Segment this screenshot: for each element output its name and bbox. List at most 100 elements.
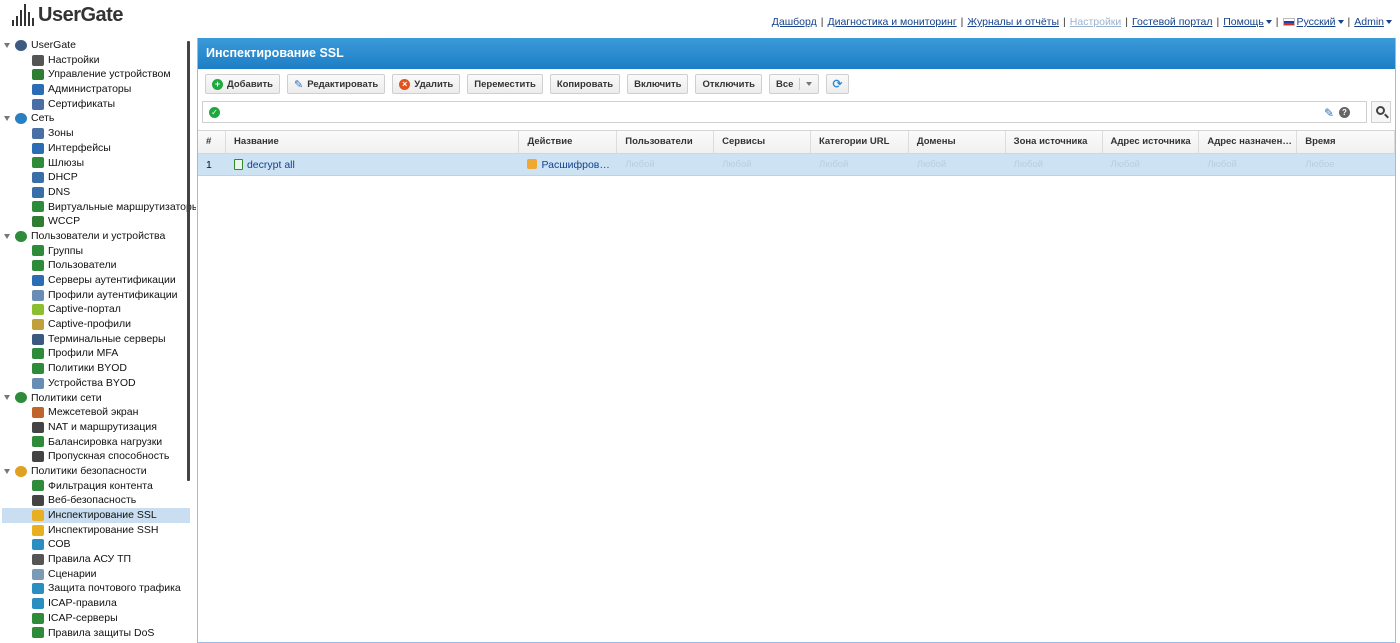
sidebar-item[interactable]: Группы <box>0 244 196 259</box>
nav-link-1[interactable]: Диагностика и мониторинг <box>827 16 956 28</box>
sidebar: UserGate Настройки Управление устройством А… <box>0 38 196 643</box>
nav-link-0[interactable]: Дашборд <box>772 16 817 28</box>
tree-group[interactable]: Сеть <box>0 111 196 126</box>
filter-dropdown-label: Все <box>776 78 794 90</box>
sidebar-item[interactable]: ICAP-серверы <box>0 611 196 626</box>
sidebar-item[interactable]: Управление устройством <box>0 67 196 82</box>
refresh-button[interactable]: ⟳ <box>826 74 849 94</box>
pencil-icon[interactable]: ✎ <box>1324 106 1334 120</box>
edit-button[interactable]: ✎ Редактировать <box>287 74 386 94</box>
sidebar-item-label: Балансировка нагрузки <box>48 435 163 448</box>
column-header[interactable]: Категории URL <box>811 131 909 153</box>
sidebar-item[interactable]: Серверы аутентификации <box>0 273 196 288</box>
delete-button[interactable]: × Удалить <box>392 74 461 94</box>
sidebar-item[interactable]: Виртуальные маршрутизаторы <box>0 200 196 215</box>
add-button[interactable]: + Добавить <box>205 74 281 94</box>
nav-link-4[interactable]: Гостевой портал <box>1132 16 1212 28</box>
sidebar-item-label: Веб-безопасность <box>48 494 137 507</box>
terminal-server-icon <box>32 333 44 345</box>
nav-item: Журналы и отчёты <box>967 16 1059 28</box>
sidebar-item-label: СОВ <box>48 538 71 551</box>
sidebar-item-label: DHCP <box>48 171 78 184</box>
column-header[interactable]: Действие <box>519 131 618 153</box>
copy-button[interactable]: Копировать <box>549 74 621 94</box>
cell-text: Любой <box>1110 159 1140 170</box>
column-header[interactable]: # <box>198 131 226 153</box>
filter-input[interactable]: ✓ ✎ ? <box>202 101 1367 123</box>
search-button[interactable] <box>1371 101 1391 123</box>
column-header[interactable]: Домены <box>909 131 1006 153</box>
sidebar-item-label: Настройки <box>48 53 100 66</box>
sidebar-item[interactable]: WCCP <box>0 214 196 229</box>
sidebar-item[interactable]: Captive-портал <box>0 302 196 317</box>
column-header[interactable]: Сервисы <box>714 131 811 153</box>
sidebar-item[interactable]: Инспектирование SSH <box>0 523 196 538</box>
sidebar-item[interactable]: СОВ <box>0 537 196 552</box>
sidebar-item[interactable]: Сертификаты <box>0 97 196 112</box>
sidebar-item-label: Фильтрация контента <box>48 479 153 492</box>
sidebar-item[interactable]: Правила защиты DoS <box>0 626 196 641</box>
expand-arrow-icon[interactable] <box>4 42 10 48</box>
enable-button[interactable]: Включить <box>627 74 689 94</box>
brand-name: UserGate <box>38 4 123 26</box>
sidebar-item[interactable]: NAT и маршрутизация <box>0 420 196 435</box>
sidebar-scrollbar[interactable] <box>187 41 190 481</box>
sidebar-item[interactable]: Политики BYOD <box>0 361 196 376</box>
column-header[interactable]: Адрес источника <box>1103 131 1200 153</box>
column-header[interactable]: Зона источника <box>1006 131 1103 153</box>
column-header[interactable]: Пользователи <box>617 131 715 153</box>
expand-arrow-icon[interactable] <box>4 116 10 122</box>
tree-group[interactable]: Политики безопасности <box>0 464 196 479</box>
sidebar-item[interactable]: Межсетевой экран <box>0 405 196 420</box>
table-row[interactable]: 1 decrypt all Расшифров… Любой Любой Любой Люб… <box>198 154 1395 176</box>
usergate-logo[interactable]: UserGate <box>12 4 123 26</box>
column-header[interactable]: Время <box>1297 131 1396 153</box>
sidebar-item[interactable]: Пользователи <box>0 258 196 273</box>
tree-group[interactable]: UserGate <box>0 38 196 53</box>
sidebar-item[interactable]: Профили MFA <box>0 346 196 361</box>
sidebar-item[interactable]: Фильтрация контента <box>0 479 196 494</box>
nav-link-6[interactable]: Русский <box>1297 16 1336 28</box>
sidebar-item-label: Управление устройством <box>48 68 171 81</box>
move-button[interactable]: Переместить <box>467 74 543 94</box>
sidebar-item[interactable]: Настройки <box>0 53 196 68</box>
sidebar-item[interactable]: Интерфейсы <box>0 141 196 156</box>
sidebar-item[interactable]: Зоны <box>0 126 196 141</box>
sidebar-item[interactable]: Веб-безопасность <box>0 493 196 508</box>
nav-link-5[interactable]: Помощь <box>1223 16 1264 28</box>
expand-arrow-icon[interactable] <box>4 233 10 239</box>
tree-group[interactable]: Политики сети <box>0 391 196 406</box>
column-header[interactable]: Адрес назначен… <box>1199 131 1298 153</box>
expand-arrow-icon[interactable] <box>4 468 10 474</box>
sidebar-item[interactable]: Captive-профили <box>0 317 196 332</box>
navigation-tree: UserGate Настройки Управление устройством А… <box>0 38 196 640</box>
sidebar-item[interactable]: Профили аутентификации <box>0 288 196 303</box>
sidebar-item[interactable]: Администраторы <box>0 82 196 97</box>
sidebar-item[interactable]: Устройства BYOD <box>0 376 196 391</box>
sidebar-item[interactable]: ICAP-правила <box>0 596 196 611</box>
sidebar-item[interactable]: Шлюзы <box>0 156 196 171</box>
sidebar-item[interactable]: Сценарии <box>0 567 196 582</box>
disable-button[interactable]: Отключить <box>695 74 763 94</box>
tree-group[interactable]: Пользователи и устройства <box>0 229 196 244</box>
cell-text: Любой <box>818 159 849 170</box>
wccp-icon <box>32 216 44 228</box>
sidebar-item-label: WCCP <box>48 215 81 228</box>
expand-arrow-icon[interactable] <box>4 395 10 401</box>
sidebar-item[interactable]: DNS <box>0 185 196 200</box>
sidebar-item[interactable]: Инспектирование SSL <box>2 508 190 523</box>
nav-link-2[interactable]: Журналы и отчёты <box>967 16 1059 28</box>
table-cell-time: Любое <box>1297 154 1395 176</box>
column-header[interactable]: Название <box>226 131 520 153</box>
filter-dropdown[interactable]: Все <box>769 74 820 94</box>
nav-link-7[interactable]: Admin <box>1354 16 1384 28</box>
sidebar-item[interactable]: Терминальные серверы <box>0 332 196 347</box>
table-cell-src-address: Любой <box>1103 154 1200 176</box>
dos-protection-icon <box>32 627 44 639</box>
help-icon[interactable]: ? <box>1339 107 1350 118</box>
sidebar-item[interactable]: DHCP <box>0 170 196 185</box>
sidebar-item[interactable]: Правила АСУ ТП <box>0 552 196 567</box>
sidebar-item[interactable]: Защита почтового трафика <box>0 581 196 596</box>
sidebar-item[interactable]: Балансировка нагрузки <box>0 435 196 450</box>
sidebar-item[interactable]: Пропускная способность <box>0 449 196 464</box>
